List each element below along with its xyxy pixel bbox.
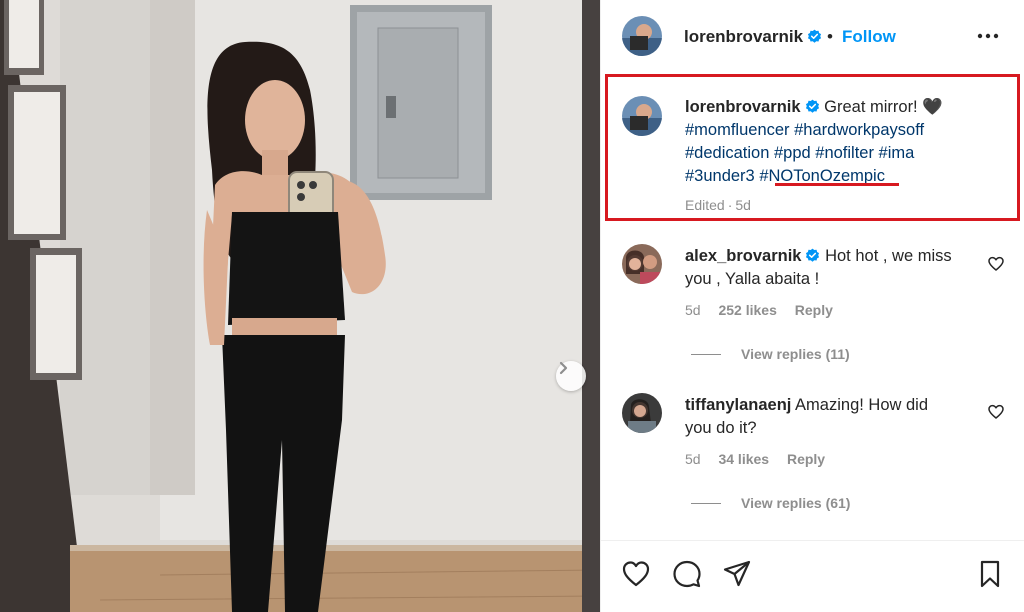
caption-text: lorenbrovarnik Great mirror! 🖤 #momfluen…	[685, 96, 985, 188]
comment-likes[interactable]: 34 likes	[718, 451, 769, 467]
carousel-next-button[interactable]	[556, 361, 586, 391]
caption-username[interactable]: lorenbrovarnik	[685, 98, 801, 116]
verified-badge-icon	[805, 99, 819, 113]
comment-meta: 5d 34 likes Reply	[685, 451, 839, 467]
caption-hashtags-line2[interactable]: #dedication #ppd #nofilter #ima	[685, 144, 914, 162]
black-heart-emoji: 🖤	[922, 98, 943, 116]
post-action-bar	[601, 540, 1024, 612]
view-replies-label: View replies (61)	[741, 495, 851, 511]
caption-hashtags-line1[interactable]: #momfluencer #hardworkpaysoff	[685, 121, 924, 139]
chevron-right-icon	[559, 361, 568, 375]
view-replies-button[interactable]: View replies (11)	[691, 346, 850, 362]
comment-age: 5d	[685, 451, 701, 467]
hashtag-underline-annotation	[775, 183, 899, 186]
comment-body-line2: you do it?	[685, 419, 757, 437]
view-replies-label: View replies (11)	[741, 346, 850, 362]
comment-username[interactable]: alex_brovarnik	[685, 247, 801, 265]
meta-dot: ·	[727, 197, 733, 213]
author-username[interactable]: lorenbrovarnik	[684, 27, 822, 47]
replies-line	[691, 502, 721, 504]
save-bookmark-icon[interactable]	[975, 559, 1005, 589]
verified-badge-icon	[807, 29, 822, 43]
author-avatar[interactable]	[622, 16, 662, 56]
caption-meta: Edited · 5d	[685, 197, 765, 213]
comment-meta: 5d 252 likes Reply	[685, 302, 847, 318]
hashtag-3under3[interactable]: #3under3	[685, 167, 755, 185]
author-username-text: lorenbrovarnik	[684, 27, 804, 46]
post-photo[interactable]	[0, 0, 600, 612]
comment-bubble-icon[interactable]	[672, 559, 702, 589]
verified-badge-icon	[806, 248, 820, 262]
replies-line	[691, 353, 721, 355]
comment-likes[interactable]: 252 likes	[718, 302, 776, 318]
comment-text: tiffanylanaenj Amazing! How did you do i…	[685, 394, 970, 440]
comment-username[interactable]: tiffanylanaenj	[685, 396, 791, 414]
caption-body: Great mirror!	[824, 98, 918, 116]
share-send-icon[interactable]	[722, 559, 752, 589]
edited-label: Edited	[685, 197, 725, 213]
comment-body-line1: Amazing! How did	[795, 396, 929, 414]
post-header: lorenbrovarnik • Follow	[601, 0, 1024, 72]
view-replies-button[interactable]: View replies (61)	[691, 495, 850, 511]
commenter-avatar[interactable]	[622, 244, 662, 284]
comment-age: 5d	[685, 302, 701, 318]
follow-button[interactable]: Follow	[842, 27, 896, 47]
commenter-avatar[interactable]	[622, 393, 662, 433]
more-options-icon[interactable]	[977, 28, 999, 44]
like-heart-icon[interactable]	[621, 559, 651, 589]
comment-text: alex_brovarnik Hot hot , we miss you , Y…	[685, 245, 970, 291]
reply-button[interactable]: Reply	[795, 302, 833, 318]
caption-age: 5d	[735, 197, 751, 213]
comment-body-line2: you , Yalla abaita !	[685, 270, 820, 288]
like-comment-heart-icon[interactable]	[988, 404, 1004, 420]
mirror-selfie-image	[0, 0, 600, 612]
like-comment-heart-icon[interactable]	[988, 256, 1004, 272]
caption-author-avatar[interactable]	[622, 96, 662, 136]
comment-body-line1: Hot hot , we miss	[825, 247, 952, 265]
header-separator: •	[827, 27, 833, 46]
post-sidebar: lorenbrovarnik • Follow lorenbrovarnik G…	[600, 0, 1024, 612]
reply-button[interactable]: Reply	[787, 451, 825, 467]
